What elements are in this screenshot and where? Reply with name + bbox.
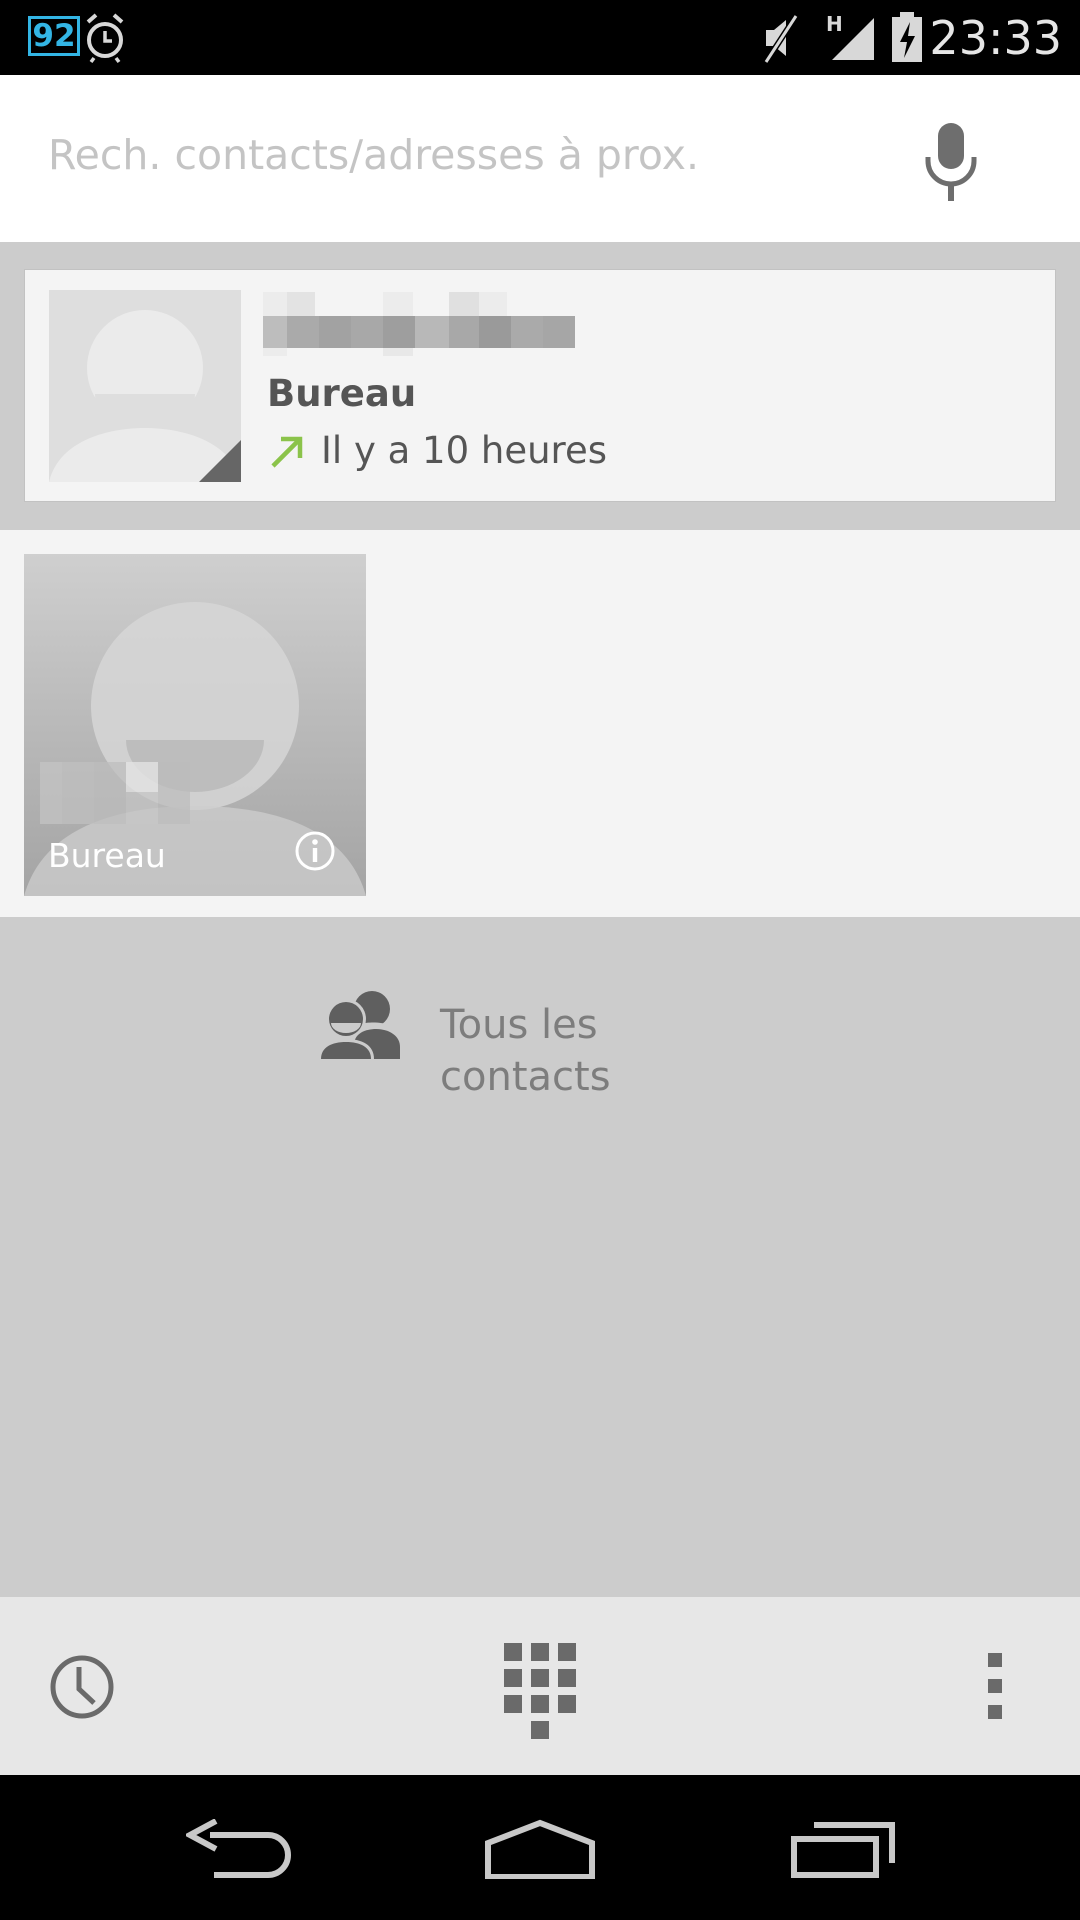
recent-call-section: Bureau Il y a 10 heures xyxy=(0,242,1080,530)
recent-call-label: Bureau xyxy=(267,372,417,415)
alarm-icon xyxy=(86,13,124,64)
contact-avatar xyxy=(49,290,241,482)
home-icon[interactable] xyxy=(484,1819,596,1879)
back-icon[interactable] xyxy=(186,1819,292,1879)
signal-icon xyxy=(832,18,874,60)
status-time: 23:33 xyxy=(929,11,1062,65)
mute-icon xyxy=(763,14,799,64)
info-icon[interactable] xyxy=(292,828,338,874)
people-icon xyxy=(318,991,400,1059)
history-clock-icon[interactable] xyxy=(46,1651,118,1723)
outgoing-call-icon xyxy=(271,436,303,468)
navigation-bar xyxy=(0,1775,1080,1920)
recent-apps-icon[interactable] xyxy=(790,1819,896,1879)
search-bar xyxy=(0,75,1080,242)
favorites-section: Bureau xyxy=(0,530,1080,917)
dialpad-icon[interactable] xyxy=(500,1639,580,1739)
all-contacts-button[interactable]: Tous les contacts xyxy=(310,977,780,1100)
recent-call-card[interactable]: Bureau Il y a 10 heures xyxy=(24,269,1056,502)
favorite-label: Bureau xyxy=(48,836,166,875)
all-contacts-section: Tous les contacts xyxy=(0,917,1080,1597)
dialer-app: 92 H 23:33 Rech. contacts/adresses à pro… xyxy=(0,0,1080,1920)
bottom-action-bar xyxy=(0,1597,1080,1775)
recent-call-time: Il y a 10 heures xyxy=(321,429,607,472)
microphone-icon[interactable] xyxy=(916,121,986,205)
contact-name-redacted xyxy=(263,292,575,356)
search-input[interactable] xyxy=(48,115,868,195)
all-contacts-label: Tous les contacts xyxy=(440,1002,611,1100)
overflow-menu-icon[interactable] xyxy=(980,1653,1010,1719)
favorite-name-redacted xyxy=(40,762,190,824)
battery-charging-icon xyxy=(892,12,922,62)
status-bar: 92 H 23:33 xyxy=(0,0,1080,75)
battery-percent-icon: 92 xyxy=(28,16,80,56)
favorite-contact-tile[interactable]: Bureau xyxy=(24,554,366,896)
